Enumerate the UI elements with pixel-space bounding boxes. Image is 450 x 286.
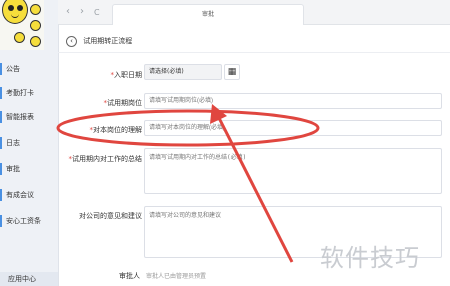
item-marker — [0, 137, 2, 149]
position-input[interactable] — [144, 93, 442, 109]
sidebar-item-reports[interactable]: 智能报表 — [0, 106, 58, 128]
mouth-icon — [11, 14, 19, 18]
sidebar-item-attendance[interactable]: 考勤打卡 — [0, 82, 58, 104]
entry-date-field[interactable]: 请选择(必填) — [144, 64, 222, 80]
emoji-sticker-icon — [30, 36, 41, 47]
item-marker — [0, 215, 2, 227]
summary-label: *试用期内对工作的总结 — [68, 155, 143, 163]
approver-value: 审批人已由管理员预置 — [146, 273, 207, 280]
page-title: 试用期转正流程 — [83, 37, 133, 45]
sidebar-item-announcement[interactable]: 公告 — [0, 58, 58, 80]
watermark: 软件技巧 — [320, 244, 420, 272]
reload-icon[interactable]: C — [94, 8, 100, 18]
avatar[interactable] — [0, 0, 44, 50]
eye-icon — [8, 5, 14, 11]
forward-nav-icon[interactable]: › — [80, 7, 84, 17]
emoji-face-icon — [2, 0, 28, 24]
sidebar-item-log[interactable]: 日志 — [0, 132, 58, 154]
divider — [58, 52, 450, 53]
item-marker — [0, 63, 2, 75]
sidebar-item-payslip[interactable]: 安心工资条 — [0, 210, 58, 232]
back-nav-icon[interactable]: ‹ — [66, 7, 70, 17]
item-marker — [0, 163, 2, 175]
sidebar-item-meeting[interactable]: 有成会议 — [0, 184, 58, 206]
sidebar-item-label: 考勤打卡 — [6, 89, 34, 97]
browser-toolbar: ‹ › C 审批 — [58, 0, 450, 25]
app-center-button[interactable]: 应用中心 — [0, 272, 58, 286]
item-marker — [0, 87, 2, 99]
item-marker — [0, 189, 2, 201]
emoji-sticker-icon — [30, 4, 41, 15]
entry-date-label: *入职日期 — [110, 71, 143, 79]
understanding-label: *对本岗位的理解 — [89, 126, 143, 134]
emoji-sticker-icon — [14, 32, 25, 43]
item-marker — [0, 111, 2, 123]
back-arrow-icon[interactable]: ‹ — [66, 35, 77, 47]
page-header: ‹ 试用期转正流程 — [66, 34, 132, 48]
sidebar-item-label: 公告 — [6, 65, 20, 73]
position-label: *试用期岗位 — [103, 99, 143, 107]
sidebar-item-label: 智能报表 — [6, 113, 34, 121]
sidebar-item-label: 审批 — [6, 165, 20, 173]
summary-textarea[interactable] — [144, 148, 442, 194]
tab-approval[interactable]: 审批 — [112, 4, 304, 25]
sidebar-item-label: 有成会议 — [6, 191, 34, 199]
sidebar-item-label: 日志 — [6, 139, 20, 147]
suggestion-label: 对公司的意见和建议 — [79, 212, 142, 220]
eye-icon — [17, 5, 23, 11]
sidebar-item-approval[interactable]: 审批 — [0, 158, 58, 180]
approver-label: 审批人 — [119, 272, 140, 280]
sidebar: 公告 考勤打卡 智能报表 日志 审批 有成会议 安心工资条 应用中心 — [0, 0, 59, 286]
emoji-sticker-icon — [30, 20, 41, 31]
sidebar-item-label: 安心工资条 — [6, 217, 41, 225]
understanding-input[interactable] — [144, 120, 442, 136]
calendar-icon[interactable]: ▦ — [224, 64, 240, 80]
